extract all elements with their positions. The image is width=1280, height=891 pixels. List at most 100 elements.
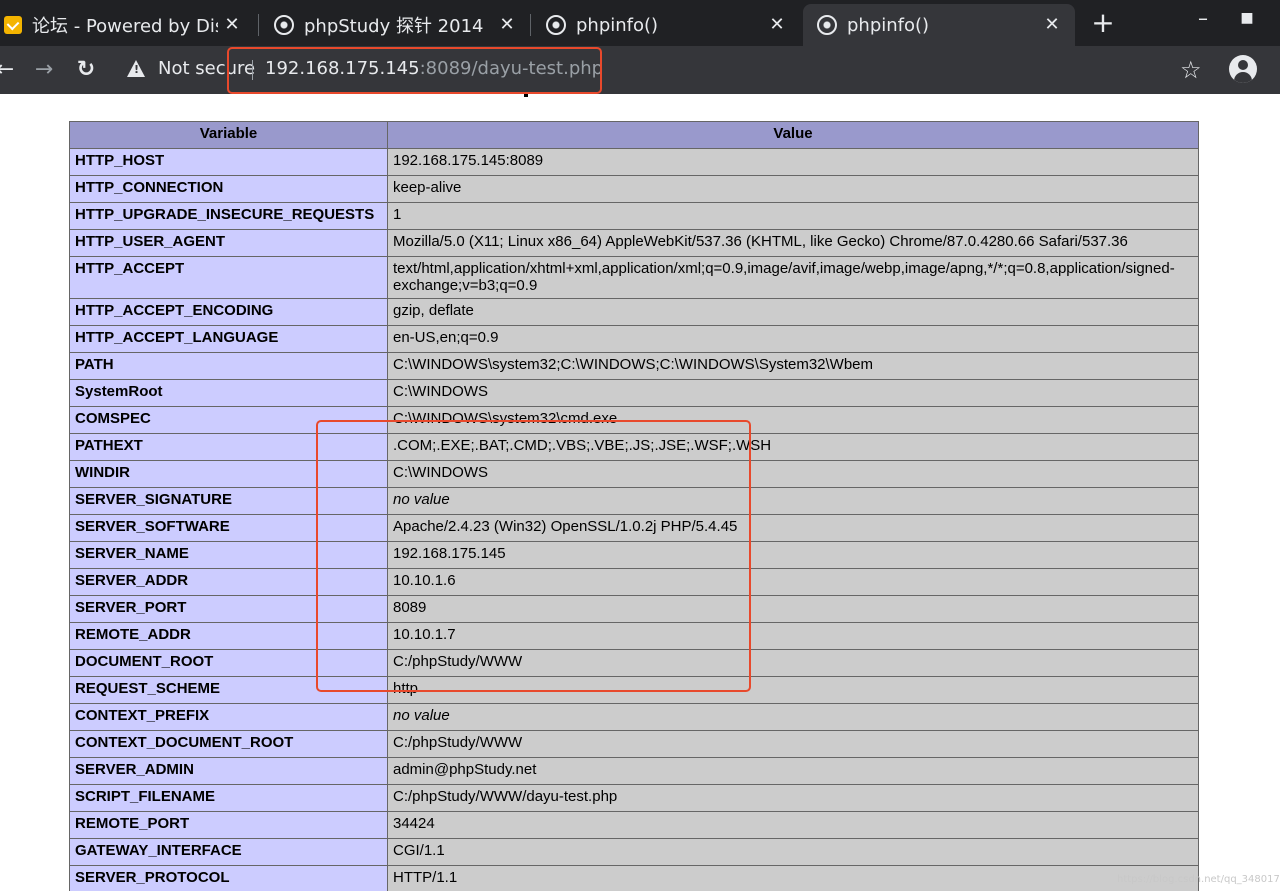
table-row: HTTP_ACCEPT text/html,application/xhtml+x… <box>69 256 1199 299</box>
variable-value-cell: HTTP/1.1 <box>387 865 1199 891</box>
globe-icon <box>546 15 566 35</box>
variable-value-cell: C:\WINDOWS\system32;C:\WINDOWS;C:\WINDOW… <box>387 352 1199 380</box>
tab-phpinfo-active[interactable]: phpinfo() ✕ <box>803 4 1075 46</box>
variable-name-cell: PATHEXT <box>69 433 388 461</box>
column-header-value: Value <box>387 121 1199 149</box>
table-row: HTTP_ACCEPT_LANGUAGE en-US,en;q=0.9 <box>69 325 1199 353</box>
reload-button[interactable]: ↻ <box>73 56 99 84</box>
variable-name-cell: SystemRoot <box>69 379 388 407</box>
column-header-variable: Variable <box>69 121 388 149</box>
profile-icon[interactable] <box>1229 55 1257 83</box>
table-row: WINDIR C:\WINDOWS <box>69 460 1199 488</box>
variable-name-cell: HTTP_CONNECTION <box>69 175 388 203</box>
close-icon[interactable]: ✕ <box>496 14 518 35</box>
variable-value-cell: C:/phpStudy/WWW/dayu-test.php <box>387 784 1199 812</box>
variable-name-cell: REQUEST_SCHEME <box>69 676 388 704</box>
variable-name-cell: SERVER_ADDR <box>69 568 388 596</box>
tab-separator <box>530 14 531 36</box>
table-row: DOCUMENT_ROOT C:/phpStudy/WWW <box>69 649 1199 677</box>
variable-value-cell: text/html,application/xhtml+xml,applicat… <box>387 256 1199 299</box>
variable-name-cell: HTTP_USER_AGENT <box>69 229 388 257</box>
warning-icon[interactable] <box>127 60 145 77</box>
variable-value-cell: C:\WINDOWS <box>387 379 1199 407</box>
variable-value-cell: C:\WINDOWS\system32\cmd.exe <box>387 406 1199 434</box>
variable-name-cell: SERVER_SIGNATURE <box>69 487 388 515</box>
table-row: SERVER_SOFTWARE Apache/2.4.23 (Win32) Ope… <box>69 514 1199 542</box>
variable-value-cell: 10.10.1.7 <box>387 622 1199 650</box>
tab-phpinfo[interactable]: phpinfo() ✕ <box>534 4 800 46</box>
url-separator <box>252 60 253 80</box>
no-value-text: no value <box>393 707 450 724</box>
variable-name-cell: HTTP_HOST <box>69 148 388 176</box>
variable-name-cell: SERVER_PORT <box>69 595 388 623</box>
close-icon[interactable]: ✕ <box>766 14 788 35</box>
close-icon[interactable]: ✕ <box>221 14 243 35</box>
variable-value-cell: no value <box>387 703 1199 731</box>
variable-name-cell: DOCUMENT_ROOT <box>69 649 388 677</box>
table-row: COMSPEC C:\WINDOWS\system32\cmd.exe <box>69 406 1199 434</box>
tab-title: phpStudy 探针 2014 <box>304 16 484 37</box>
variable-value-cell: Apache/2.4.23 (Win32) OpenSSL/1.0.2j PHP… <box>387 514 1199 542</box>
forward-button[interactable]: → <box>31 56 57 84</box>
table-body: HTTP_HOST 192.168.175.145:8089 HTTP_CONNEC… <box>69 148 1199 891</box>
table-row: HTTP_CONNECTION keep-alive <box>69 175 1199 203</box>
table-row: REMOTE_PORT 34424 <box>69 811 1199 839</box>
table-row: CONTEXT_PREFIX no value <box>69 703 1199 731</box>
variable-value-cell: 10.10.1.6 <box>387 568 1199 596</box>
variable-value-cell: Mozilla/5.0 (X11; Linux x86_64) AppleWeb… <box>387 229 1199 257</box>
variable-value-cell: gzip, deflate <box>387 298 1199 326</box>
variable-value-cell: 8089 <box>387 595 1199 623</box>
variable-name-cell: SERVER_ADMIN <box>69 757 388 785</box>
minimize-button[interactable]: – <box>1190 6 1216 30</box>
table-row: REQUEST_SCHEME http <box>69 676 1199 704</box>
table-row: PATHEXT .COM;.EXE;.BAT;.CMD;.VBS;.VBE;.JS… <box>69 433 1199 461</box>
variable-value-cell: keep-alive <box>387 175 1199 203</box>
security-indicator[interactable]: Not secure <box>158 58 255 79</box>
tab-title: phpinfo() <box>576 14 659 36</box>
tab-separator <box>258 14 259 36</box>
variable-name-cell: CONTEXT_DOCUMENT_ROOT <box>69 730 388 758</box>
table-row: SERVER_PROTOCOL HTTP/1.1 <box>69 865 1199 891</box>
back-button[interactable]: ← <box>0 56 18 84</box>
url-host: 192.168.175.145 <box>265 58 420 79</box>
globe-icon <box>274 15 294 35</box>
maximize-button[interactable]: ■ <box>1234 10 1260 26</box>
tab-strip: 论坛 - Powered by Dis ✕ phpStudy 探针 2014 ✕… <box>0 0 1280 46</box>
variable-name-cell: HTTP_ACCEPT_LANGUAGE <box>69 325 388 353</box>
url-path: :8089/dayu-test.php <box>419 58 604 79</box>
table-row: SERVER_SIGNATURE no value <box>69 487 1199 515</box>
new-tab-button[interactable]: + <box>1090 8 1116 38</box>
variable-name-cell: WINDIR <box>69 460 388 488</box>
variable-value-cell: .COM;.EXE;.BAT;.CMD;.VBS;.VBE;.JS;.JSE;.… <box>387 433 1199 461</box>
variable-value-cell: 192.168.175.145:8089 <box>387 148 1199 176</box>
variable-name-cell: SERVER_NAME <box>69 541 388 569</box>
table-row: SystemRoot C:\WINDOWS <box>69 379 1199 407</box>
page-content: Variable Value HTTP_HOST 192.168.175.145:… <box>0 94 1280 891</box>
address-bar[interactable]: 192.168.175.145:8089/dayu-test.php <box>265 58 603 79</box>
table-row: CONTEXT_DOCUMENT_ROOT C:/phpStudy/WWW <box>69 730 1199 758</box>
table-row: PATH C:\WINDOWS\system32;C:\WINDOWS;C:\WI… <box>69 352 1199 380</box>
tab-title: phpinfo() <box>847 14 930 36</box>
variable-value-cell: C:\WINDOWS <box>387 460 1199 488</box>
variable-name-cell: PATH <box>69 352 388 380</box>
variable-name-cell: HTTP_ACCEPT <box>69 256 388 299</box>
table-row: GATEWAY_INTERFACE CGI/1.1 <box>69 838 1199 866</box>
phpinfo-variables-table: Variable Value HTTP_HOST 192.168.175.145:… <box>69 121 1199 891</box>
variable-name-cell: GATEWAY_INTERFACE <box>69 838 388 866</box>
variable-value-cell: http <box>387 676 1199 704</box>
variable-value-cell: en-US,en;q=0.9 <box>387 325 1199 353</box>
globe-icon <box>817 15 837 35</box>
variable-name-cell: COMSPEC <box>69 406 388 434</box>
tab-phpstudy[interactable]: phpStudy 探针 2014 ✕ <box>262 4 530 46</box>
bookmark-star-icon[interactable]: ☆ <box>1180 56 1202 84</box>
table-row: HTTP_USER_AGENT Mozilla/5.0 (X11; Linux x… <box>69 229 1199 257</box>
close-icon[interactable]: ✕ <box>1041 14 1063 35</box>
variable-name-cell: SERVER_PROTOCOL <box>69 865 388 891</box>
table-row: SCRIPT_FILENAME C:/phpStudy/WWW/dayu-test… <box>69 784 1199 812</box>
table-row: SERVER_ADDR 10.10.1.6 <box>69 568 1199 596</box>
variable-name-cell: HTTP_ACCEPT_ENCODING <box>69 298 388 326</box>
tab-forum[interactable]: 论坛 - Powered by Dis ✕ <box>0 4 255 46</box>
table-row: HTTP_UPGRADE_INSECURE_REQUESTS 1 <box>69 202 1199 230</box>
variable-value-cell: admin@phpStudy.net <box>387 757 1199 785</box>
variable-value-cell: 192.168.175.145 <box>387 541 1199 569</box>
